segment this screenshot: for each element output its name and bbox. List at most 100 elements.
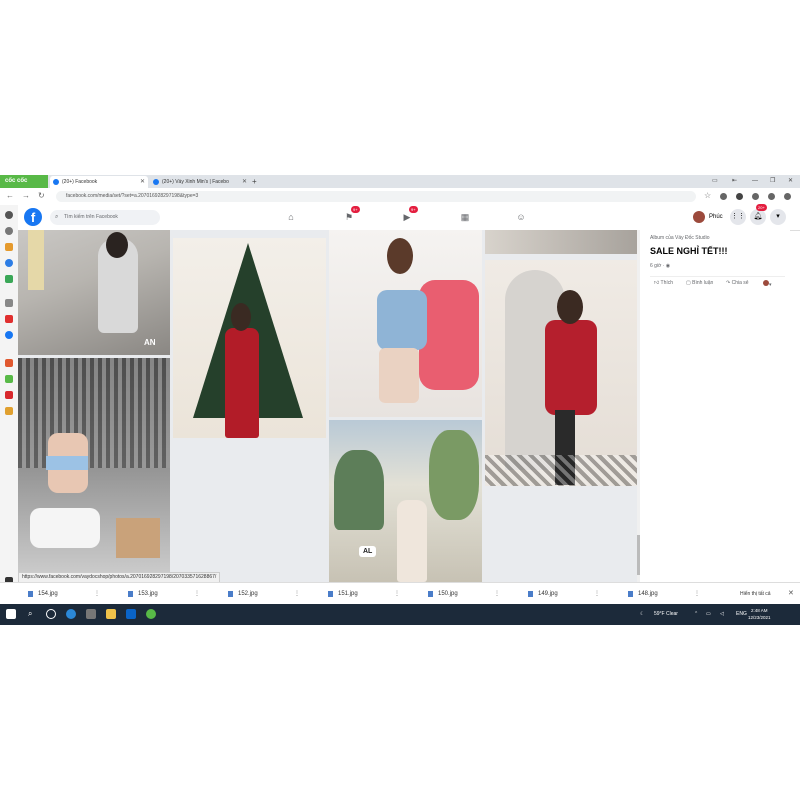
- facebook-search-input[interactable]: ⌕ Tìm kiếm trên Facebook: [50, 210, 160, 225]
- photo-2[interactable]: [18, 358, 170, 582]
- photo-label: AL: [359, 546, 377, 557]
- history-icon[interactable]: [5, 227, 13, 235]
- url-input[interactable]: facebook.com/media/set/?set=a.2070169282…: [56, 191, 696, 202]
- app-icon[interactable]: [5, 359, 13, 367]
- file-icon: [528, 591, 533, 597]
- game-icon[interactable]: [5, 275, 13, 283]
- bookmark-star-icon[interactable]: ☆: [704, 191, 711, 200]
- tray-chevron-icon[interactable]: ⌃: [694, 604, 698, 625]
- share-icon: ↷: [726, 280, 731, 286]
- palm-tree-shape: [334, 450, 384, 530]
- close-downloads-icon[interactable]: ✕: [788, 583, 794, 605]
- settings-icon[interactable]: [5, 211, 13, 219]
- extension-icon[interactable]: [784, 193, 791, 200]
- menu-icon[interactable]: ⋮⋮: [730, 209, 746, 225]
- tab-vay-xinh[interactable]: (20+) Váy Xinh Min's | Facebo ✕: [150, 176, 250, 188]
- download-item[interactable]: 150.jpg ⋮: [400, 583, 500, 605]
- mail-icon[interactable]: [126, 609, 136, 619]
- file-icon: [128, 591, 133, 597]
- hair-shape: [387, 238, 413, 274]
- post-time: 6 giờ · ◉: [650, 263, 670, 269]
- tab-facebook[interactable]: (20+) Facebook ✕: [50, 176, 148, 188]
- screen: cốc cốc (20+) Facebook ✕ (20+) Váy Xinh …: [0, 175, 800, 625]
- download-item[interactable]: 151.jpg ⋮: [300, 583, 400, 605]
- flag-icon[interactable]: ⚑ 9+: [342, 206, 360, 224]
- messenger-icon[interactable]: [5, 259, 13, 267]
- store-icon[interactable]: ▦: [458, 210, 472, 224]
- coccoc-icon[interactable]: [5, 375, 13, 383]
- windows-start-icon[interactable]: [6, 609, 16, 619]
- coccoc-taskbar-icon[interactable]: [146, 609, 156, 619]
- profile-button[interactable]: Phúc: [693, 210, 723, 224]
- download-item[interactable]: 152.jpg ⋮: [200, 583, 300, 605]
- file-icon: [28, 591, 33, 597]
- photo-6[interactable]: [485, 260, 638, 486]
- download-filename: 150.jpg: [438, 591, 458, 597]
- crown-icon[interactable]: [5, 243, 13, 251]
- photo-3[interactable]: [173, 238, 326, 438]
- app-icon[interactable]: [5, 391, 13, 399]
- clock[interactable]: 2:48 AM 12/23/2021: [748, 607, 771, 621]
- maximize-icon[interactable]: ❐: [770, 175, 775, 188]
- facebook-header: f ⌕ Tìm kiếm trên Facebook ⌂ ⚑ 9+ ▶ 9+ ▦ ☺…: [18, 204, 800, 231]
- photo-1[interactable]: AN: [18, 230, 170, 355]
- add-icon[interactable]: [5, 299, 13, 307]
- caret-icon[interactable]: ▾: [770, 209, 786, 225]
- store-icon[interactable]: [86, 609, 96, 619]
- more-icon[interactable]: ⋮: [694, 583, 700, 605]
- bell-icon[interactable]: 🔔︎ 20+: [750, 204, 767, 225]
- search-icon[interactable]: ⌕: [28, 609, 38, 619]
- close-tab-icon[interactable]: ✕: [140, 176, 145, 188]
- comment-button[interactable]: ▢ Bình luận: [686, 280, 713, 286]
- photo-grid: AN AL: [18, 230, 638, 582]
- extension-icon[interactable]: [752, 193, 759, 200]
- download-item[interactable]: 148.jpg ⋮: [600, 583, 700, 605]
- language-indicator[interactable]: ENG: [736, 604, 747, 625]
- extension-icon[interactable]: [720, 193, 727, 200]
- youtube-icon[interactable]: [5, 315, 13, 323]
- edge-icon[interactable]: [66, 609, 76, 619]
- profile-icon[interactable]: [768, 193, 775, 200]
- facebook-icon[interactable]: [5, 331, 13, 339]
- facebook-favicon-icon: [153, 179, 159, 185]
- minimize-icon[interactable]: —: [752, 175, 758, 188]
- photo-5[interactable]: AL: [329, 420, 482, 582]
- share-button[interactable]: ↷ Chia sẻ: [726, 280, 749, 286]
- cortana-icon[interactable]: [46, 609, 56, 619]
- show-all-downloads-link[interactable]: Hiển thị tất cả: [740, 583, 771, 605]
- home-icon[interactable]: ⌂: [284, 210, 298, 224]
- photo-6-top[interactable]: [485, 230, 638, 254]
- file-icon: [428, 591, 433, 597]
- network-icon[interactable]: ▭: [706, 604, 711, 625]
- back-icon[interactable]: ←: [6, 191, 14, 200]
- watch-icon[interactable]: ▶ 9+: [400, 206, 418, 224]
- browser-logo[interactable]: cốc cốc: [0, 175, 48, 188]
- pin-icon[interactable]: ⇤: [732, 175, 737, 188]
- app-icon[interactable]: [5, 407, 13, 415]
- audience-selector[interactable]: ▾: [763, 280, 772, 288]
- folder-icon[interactable]: [106, 609, 116, 619]
- close-tab-icon[interactable]: ✕: [242, 176, 247, 188]
- download-filename: 148.jpg: [638, 591, 658, 597]
- volume-icon[interactable]: ◁: [720, 604, 724, 625]
- groups-icon[interactable]: ☺: [514, 210, 528, 224]
- forward-icon[interactable]: →: [22, 191, 30, 200]
- address-bar: ← → ↻ facebook.com/media/set/?set=a.2070…: [0, 188, 800, 206]
- download-item[interactable]: 149.jpg ⋮: [500, 583, 600, 605]
- photo-label: AN: [144, 338, 156, 347]
- window-menu-icon[interactable]: ▭: [712, 175, 718, 188]
- share-label: Chia sẻ: [731, 280, 749, 286]
- album-name[interactable]: Album của Váy Đốc Studio: [650, 235, 709, 241]
- post-title: SALE NGHỈ TẾT!!!: [650, 246, 728, 256]
- reload-icon[interactable]: ↻: [38, 191, 45, 200]
- close-window-icon[interactable]: ✕: [788, 175, 793, 188]
- download-icon[interactable]: [736, 193, 743, 200]
- download-item[interactable]: 153.jpg ⋮: [100, 583, 200, 605]
- new-tab-button[interactable]: +: [252, 175, 257, 188]
- like-button[interactable]: 👍︎ Thích: [654, 280, 673, 286]
- weather-text[interactable]: 59°F Clear: [654, 604, 678, 625]
- photo-4[interactable]: [329, 230, 482, 417]
- download-item[interactable]: 154.jpg ⋮: [0, 583, 100, 605]
- facebook-logo[interactable]: f: [24, 208, 42, 226]
- globe-icon: ◉: [665, 263, 671, 269]
